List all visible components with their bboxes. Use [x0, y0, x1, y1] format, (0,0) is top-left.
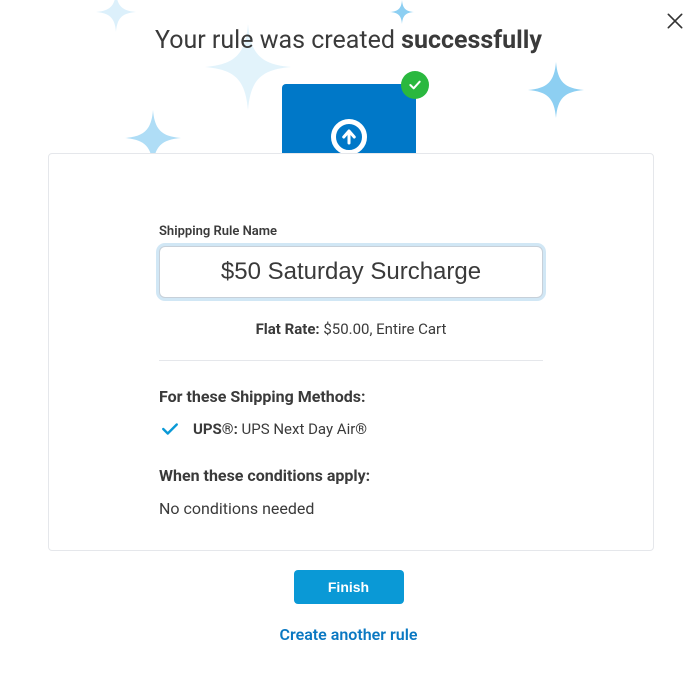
page-title: Your rule was created successfully [0, 26, 697, 55]
sparkle-icon [390, 0, 414, 24]
headline-prefix: Your rule was created [155, 26, 401, 55]
create-another-link[interactable]: Create another rule [0, 625, 697, 644]
finish-button[interactable]: Finish [294, 570, 404, 604]
flat-rate-value: $50.00, Entire Cart [320, 320, 447, 338]
divider [159, 360, 543, 361]
headline-emphasis: successfully [401, 26, 542, 55]
check-badge-icon [401, 71, 429, 99]
shipping-method-text: UPS®: UPS Next Day Air® [193, 420, 367, 438]
carrier-name: UPS®: [193, 420, 242, 438]
arrow-up-icon [331, 119, 367, 155]
flat-rate-line: Flat Rate: $50.00, Entire Cart [159, 320, 543, 338]
sparkle-icon [528, 62, 584, 118]
rule-name-input[interactable] [159, 246, 543, 298]
conditions-heading: When these conditions apply: [159, 466, 543, 485]
flat-rate-label: Flat Rate: [256, 320, 320, 338]
shipping-method-row: UPS®: UPS Next Day Air® [161, 420, 543, 438]
rule-summary-panel: Shipping Rule Name Flat Rate: $50.00, En… [48, 153, 654, 551]
conditions-text: No conditions needed [159, 499, 543, 518]
service-name: UPS Next Day Air® [242, 420, 368, 438]
methods-heading: For these Shipping Methods: [159, 387, 543, 406]
rule-name-label: Shipping Rule Name [159, 224, 543, 239]
check-icon [161, 422, 179, 436]
